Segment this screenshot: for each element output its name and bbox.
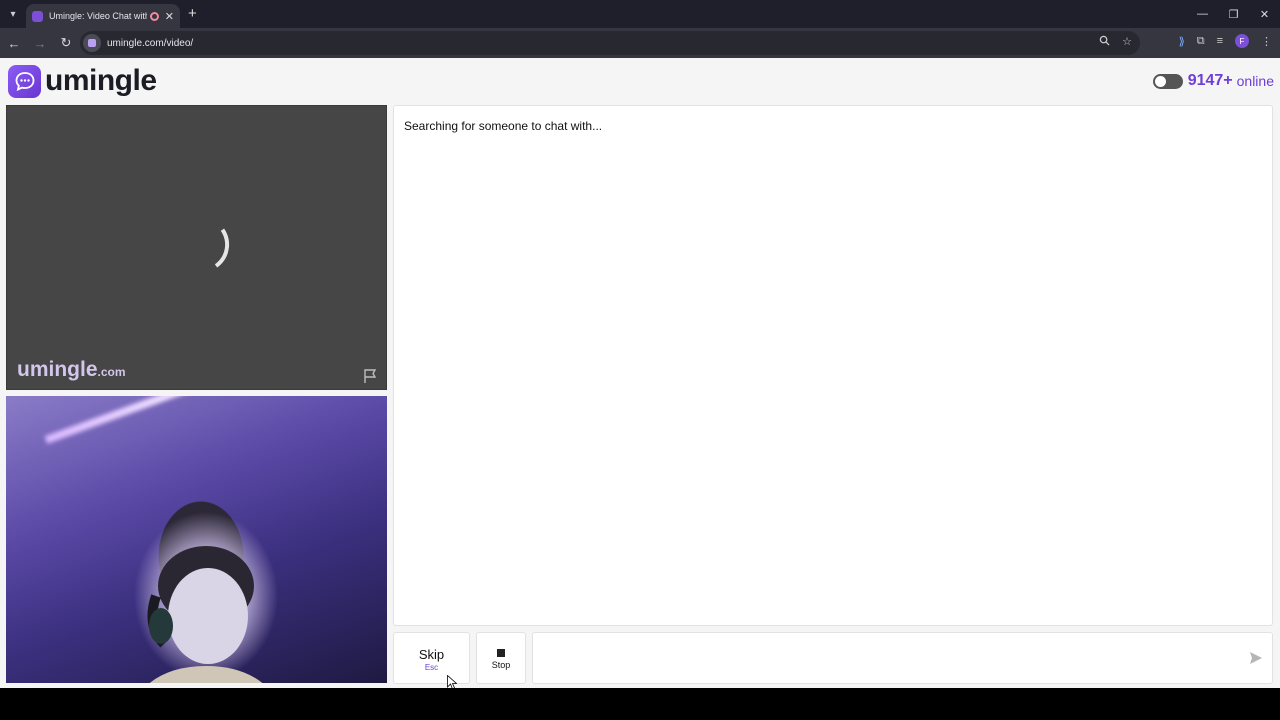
skip-shortcut-hint: Esc [424,663,439,672]
loading-spinner-icon [184,214,234,278]
browser-tab-bar: ▾ Umingle: Video Chat with S ✕ + — ❐ ✕ [0,0,1280,28]
watermark-domain: .com [97,365,126,379]
user-camera-feed-image [147,546,263,683]
profile-avatar[interactable]: F [1235,34,1249,48]
browser-menu-icon[interactable]: ⋮ [1261,35,1272,48]
forward-arrow-icon[interactable]: → [28,31,52,55]
browser-toolbar: ← → ↻ umingle.com/video/ ☆ ⟫ ⧉ ≡ F ⋮ [0,28,1280,58]
dark-mode-toggle[interactable] [1152,73,1183,89]
umingle-favicon-icon [32,10,43,22]
skip-label: Skip [418,647,445,662]
reload-icon[interactable]: ↻ [54,31,78,55]
puzzle-extensions-icon[interactable]: ⧉ [1197,35,1205,48]
video-watermark: umingle.com [17,358,126,382]
led-light-strip [44,396,358,444]
logo-text: umingle [45,64,157,97]
window-controls: — ❐ ✕ [1187,0,1280,28]
bookmark-star-icon[interactable]: ☆ [1122,35,1132,49]
minimize-icon[interactable]: — [1187,0,1218,28]
stranger-video-panel: umingle.com [6,105,387,390]
stop-square-icon [497,649,505,657]
url-text[interactable]: umingle.com/video/ [107,38,193,49]
message-input[interactable] [532,632,1273,684]
online-indicator: 9147+ online [1152,72,1274,90]
site-logo[interactable]: umingle [8,64,157,98]
self-camera-video [6,396,387,683]
recording-indicator-icon [149,11,159,21]
watermark-name: umingle [17,358,98,381]
media-controls-icon[interactable]: ≡ [1217,35,1223,47]
site-info-icon[interactable] [83,34,101,52]
restore-icon[interactable]: ❐ [1218,0,1249,28]
online-label: online [1236,73,1274,89]
report-flag-icon[interactable] [362,368,378,384]
omnibox-actions: ☆ [1099,35,1132,49]
send-arrow-icon[interactable] [1249,651,1263,665]
back-arrow-icon[interactable]: ← [2,31,26,55]
skip-button[interactable]: Skip Esc [393,632,470,684]
page: umingle 9147+ online umingle.com Searchi… [0,58,1280,690]
chat-log-panel: Searching for someone to chat with... [393,105,1273,626]
search-status-message: Searching for someone to chat with... [404,119,603,133]
chat-controls: Skip Esc Stop [393,632,1273,684]
online-count: 9147+ [1187,72,1233,89]
chat-bubble-logo-icon [8,64,41,98]
stop-button[interactable]: Stop [476,632,526,684]
extension-icon[interactable]: ⟫ [1179,35,1185,48]
browser-tab-active[interactable]: Umingle: Video Chat with S ✕ [26,4,180,28]
extension-area: ⟫ ⧉ ≡ F ⋮ [1179,34,1272,48]
close-window-icon[interactable]: ✕ [1249,0,1280,28]
tab-title: Umingle: Video Chat with S [49,11,147,21]
address-bar[interactable]: umingle.com/video/ ☆ [80,31,1140,55]
tab-close-icon[interactable]: ✕ [165,10,174,23]
tab-list-chevron-icon[interactable]: ▾ [5,6,21,22]
stop-label: Stop [491,660,511,670]
new-tab-plus-icon[interactable]: + [188,5,197,22]
zoom-magnifier-icon[interactable] [1099,35,1110,49]
taskbar-area [0,688,1280,720]
